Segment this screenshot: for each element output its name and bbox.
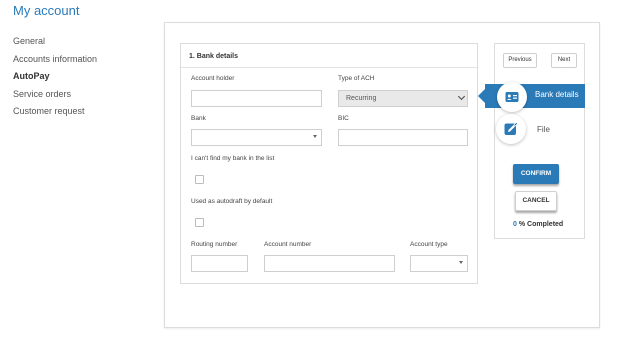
- account-number-input[interactable]: [264, 255, 395, 272]
- section-title: 1. Bank details: [181, 44, 477, 68]
- account-holder-label: Account holder: [191, 75, 235, 82]
- chevron-down-icon: [457, 92, 466, 101]
- cancel-button[interactable]: CANCEL: [515, 191, 557, 211]
- ach-type-label: Type of ACH: [338, 75, 375, 82]
- step-file-label[interactable]: File: [537, 125, 550, 134]
- sidebar-item-general[interactable]: General: [13, 35, 97, 53]
- account-number-label: Account number: [264, 241, 312, 248]
- confirm-button[interactable]: CONFIRM: [513, 164, 559, 184]
- routing-number-label: Routing number: [191, 241, 238, 248]
- step-file-badge[interactable]: [496, 114, 526, 144]
- sidebar-item-autopay[interactable]: AutoPay: [13, 70, 97, 88]
- caret-down-icon: [313, 135, 317, 138]
- step-pointer: [478, 89, 485, 103]
- routing-number-input[interactable]: [191, 255, 248, 272]
- sidebar-item-customer-request[interactable]: Customer request: [13, 105, 97, 123]
- progress-suffix: % Completed: [516, 221, 564, 228]
- bank-select[interactable]: [191, 129, 322, 146]
- sidebar-item-accounts-information[interactable]: Accounts information: [13, 53, 97, 71]
- account-type-label: Account type: [410, 241, 448, 248]
- bank-not-found-checkbox[interactable]: [195, 175, 204, 184]
- sidebar-nav: General Accounts information AutoPay Ser…: [13, 35, 97, 123]
- account-type-select[interactable]: [410, 255, 468, 272]
- bic-input[interactable]: [338, 129, 468, 146]
- autodraft-default-label: Used as autodraft by default: [191, 198, 273, 205]
- id-card-icon: [505, 92, 519, 102]
- previous-button[interactable]: Previous: [503, 53, 537, 68]
- account-holder-input[interactable]: [191, 90, 322, 107]
- bic-label: BIC: [338, 115, 349, 122]
- bank-label: Bank: [191, 115, 206, 122]
- bank-not-found-label: I can't find my bank in the list: [191, 155, 275, 162]
- next-button[interactable]: Next: [551, 53, 577, 68]
- autodraft-default-checkbox[interactable]: [195, 218, 204, 227]
- step-bank-details-label: Bank details: [535, 90, 579, 99]
- ach-type-select[interactable]: Recurring: [338, 90, 468, 107]
- ach-type-value: Recurring: [346, 95, 377, 102]
- edit-icon: [504, 122, 518, 135]
- sidebar-item-service-orders[interactable]: Service orders: [13, 88, 97, 106]
- step-bank-details-badge: [497, 82, 527, 112]
- progress-text: 0 % Completed: [513, 221, 563, 228]
- caret-down-icon: [459, 261, 463, 264]
- page-title: My account: [13, 3, 80, 18]
